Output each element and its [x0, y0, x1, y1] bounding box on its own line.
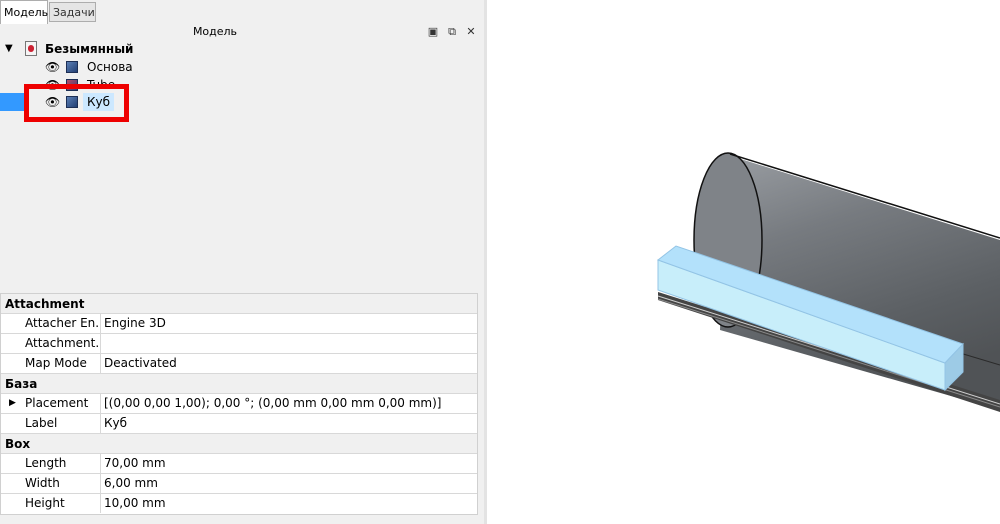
property-name: Attachment... [23, 334, 101, 353]
property-name: Attacher En... [23, 314, 101, 333]
property-name: Placement [23, 394, 101, 413]
property-value[interactable]: 10,00 mm [104, 494, 166, 513]
float-icon[interactable]: ⧉ [445, 24, 459, 40]
property-name: Width [23, 474, 101, 493]
tree-panel-header: Модель ▣ ⧉ ✕ [0, 24, 484, 40]
tab-tasks[interactable]: Задачи [49, 2, 96, 22]
property-row[interactable]: ▶ Placement [(0,00 0,00 1,00); 0,00 °; (… [1, 394, 477, 414]
property-row[interactable]: Width 6,00 mm [1, 474, 477, 494]
property-value[interactable]: [(0,00 0,00 1,00); 0,00 °; (0,00 mm 0,00… [104, 394, 442, 413]
tree-item-osnova[interactable]: 👁 Основа [0, 58, 200, 76]
document-label: Безымянный [45, 42, 134, 56]
property-name: Label [23, 414, 101, 433]
property-value[interactable]: 70,00 mm [104, 454, 166, 473]
property-name: Map Mode [23, 354, 101, 373]
close-icon[interactable]: ✕ [464, 24, 478, 40]
property-value[interactable]: 6,00 mm [104, 474, 158, 493]
property-value[interactable]: Куб [104, 414, 127, 433]
eye-icon[interactable]: 👁 [45, 58, 60, 76]
document-icon [25, 41, 37, 56]
property-value[interactable]: Engine 3D [104, 314, 166, 333]
property-row[interactable]: Height 10,00 mm [1, 494, 477, 514]
3d-scene[interactable] [487, 0, 1000, 524]
combo-tabs: Модель Задачи [0, 0, 484, 24]
3d-viewport[interactable] [487, 0, 1000, 524]
property-row[interactable]: Label Куб [1, 414, 477, 434]
property-row[interactable]: Map Mode Deactivated [1, 354, 477, 374]
expand-arrow-icon[interactable]: ▼ [5, 40, 13, 58]
minimize-icon[interactable]: ▣ [426, 24, 440, 40]
property-group-box[interactable]: Box [1, 434, 477, 454]
tree-panel-title: Модель [192, 25, 238, 38]
combo-view-panel: Модель Задачи Модель ▣ ⧉ ✕ ▼ Безымянный … [0, 0, 484, 524]
expand-arrow-icon[interactable]: ▶ [9, 394, 16, 413]
model-tree: ▼ Безымянный 👁 Основа 👁 Tube [0, 40, 484, 290]
tree-item-label: Основа [87, 60, 133, 74]
property-row[interactable]: Attacher En... Engine 3D [1, 314, 477, 334]
property-group-base[interactable]: База [1, 374, 477, 394]
property-view: Attachment Attacher En... Engine 3D Atta… [0, 293, 478, 515]
property-row[interactable]: Length 70,00 mm [1, 454, 477, 474]
part-icon [66, 61, 78, 73]
annotation-highlight-box [24, 84, 129, 122]
property-name: Length [23, 454, 101, 473]
panel-bottom-strip [0, 515, 484, 524]
tree-item-document[interactable]: ▼ Безымянный [0, 40, 200, 58]
property-value[interactable]: Deactivated [104, 354, 177, 373]
property-group-attachment[interactable]: Attachment [1, 294, 477, 314]
property-name: Height [23, 494, 101, 513]
tab-model[interactable]: Модель [0, 0, 48, 24]
property-row[interactable]: Attachment... [1, 334, 477, 354]
